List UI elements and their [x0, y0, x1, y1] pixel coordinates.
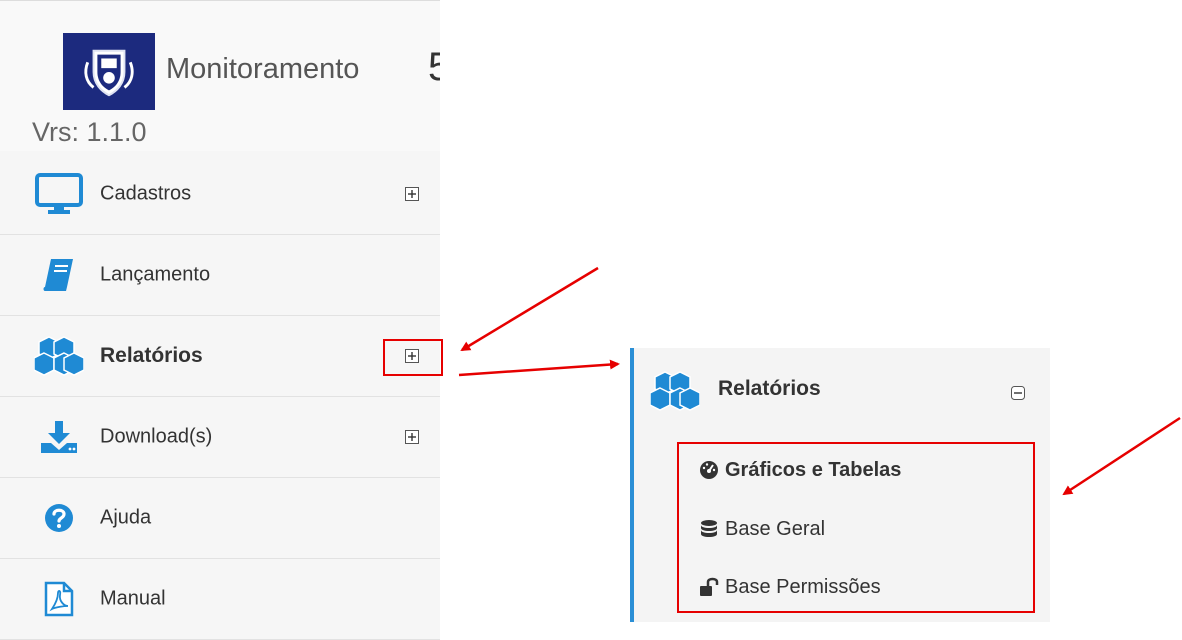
sidebar: Monitoramento 5 Vrs: 1.1.0 Cadastros Lan…	[0, 0, 440, 640]
expand-icon[interactable]	[405, 430, 419, 444]
sidebar-item-lancamento[interactable]: Lançamento	[0, 235, 440, 316]
cubes-icon	[650, 368, 700, 414]
expand-icon[interactable]	[405, 186, 419, 201]
monitor-icon	[34, 172, 84, 216]
database-icon	[699, 519, 719, 539]
annotation-arrow	[460, 266, 599, 352]
sidebar-nav: Cadastros Lançamento Relatórios Download…	[0, 153, 440, 640]
annotation-arrow	[1062, 416, 1181, 496]
sidebar-item-downloads[interactable]: Download(s)	[0, 397, 440, 478]
question-circle-icon	[34, 496, 84, 540]
app-title-overflow: 5	[428, 45, 440, 89]
cubes-icon	[34, 334, 84, 378]
sidebar-item-relatorios[interactable]: Relatórios	[0, 316, 440, 397]
download-icon	[34, 415, 84, 459]
book-icon	[34, 253, 84, 297]
relatorios-header-label[interactable]: Relatórios	[718, 377, 821, 401]
pdf-file-icon	[34, 577, 84, 621]
sidebar-item-manual[interactable]: Manual	[0, 559, 440, 640]
submenu-item-base-permissoes[interactable]: Base Permissões	[699, 572, 881, 602]
submenu-item-graficos-tabelas[interactable]: Gráficos e Tabelas	[699, 455, 901, 485]
unlock-icon	[699, 577, 719, 597]
logo	[63, 33, 155, 110]
sidebar-item-label: Manual	[100, 587, 166, 610]
sidebar-item-ajuda[interactable]: Ajuda	[0, 478, 440, 559]
brand-header: Monitoramento 5 Vrs: 1.1.0	[0, 1, 440, 151]
sidebar-item-label: Ajuda	[100, 506, 152, 529]
expand-highlight-box	[383, 339, 443, 376]
coat-of-arms-icon	[84, 49, 134, 96]
submenu-item-label: Gráficos e Tabelas	[725, 458, 902, 481]
submenu-item-label: Base Geral	[725, 517, 826, 540]
collapse-icon[interactable]	[1011, 386, 1025, 400]
sidebar-item-label: Download(s)	[100, 425, 213, 448]
submenu-item-base-geral[interactable]: Base Geral	[699, 514, 825, 544]
annotation-arrow	[458, 359, 620, 377]
relatorios-expanded-panel: Relatórios Gráficos e Tabelas Base Geral…	[630, 348, 1050, 622]
dashboard-icon	[699, 460, 719, 480]
app-title: Monitoramento	[166, 53, 360, 85]
submenu-item-label: Base Permissões	[725, 575, 881, 598]
version-label: Vrs: 1.1.0	[32, 117, 147, 147]
sidebar-item-label: Relatórios	[100, 344, 203, 367]
sidebar-item-cadastros[interactable]: Cadastros	[0, 153, 440, 235]
sidebar-item-label: Cadastros	[100, 182, 192, 204]
sidebar-item-label: Lançamento	[100, 263, 211, 286]
